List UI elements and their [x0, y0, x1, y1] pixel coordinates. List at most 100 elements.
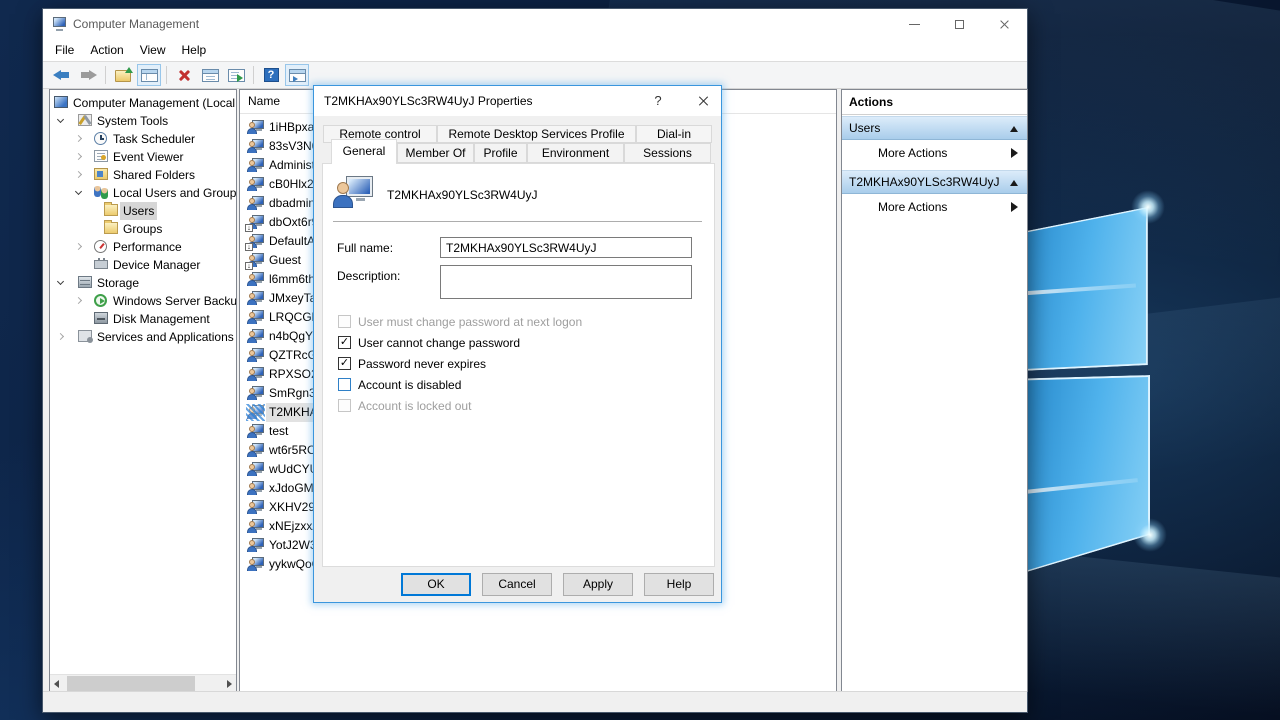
- tree-item-disk-management[interactable]: Disk Management: [50, 310, 236, 328]
- actions-section-title: T2MKHAx90YLSc3RW4UyJ: [849, 175, 1000, 189]
- user-name-label: Guest: [266, 251, 304, 270]
- actions-section-title: Users: [849, 121, 880, 135]
- maximize-button[interactable]: [937, 9, 982, 39]
- console-tree-button[interactable]: [285, 64, 309, 86]
- user-account-icon: ↓: [247, 215, 264, 230]
- menu-file[interactable]: File: [47, 41, 82, 59]
- tree-item-device-manager[interactable]: Device Manager: [50, 256, 236, 274]
- user-name-label: l6mm6th: [266, 270, 318, 289]
- actions-section-t2mkhax90ylsc3rw4uyj[interactable]: T2MKHAx90YLSc3RW4UyJ: [842, 170, 1027, 194]
- export-list-button[interactable]: [224, 64, 248, 86]
- collapse-chevron-icon[interactable]: [75, 188, 82, 195]
- window-titlebar[interactable]: Computer Management: [43, 9, 1027, 39]
- checkbox-label: Account is disabled: [358, 378, 461, 392]
- dialog-help-button[interactable]: ?: [650, 93, 666, 109]
- tree-item-performance[interactable]: Performance: [50, 238, 236, 256]
- apply-button[interactable]: Apply: [563, 573, 633, 596]
- actions-panel: Actions UsersMore ActionsT2MKHAx90YLSc3R…: [841, 89, 1028, 692]
- scrollbar-thumb[interactable]: [67, 676, 195, 691]
- tree-item-label: Groups: [120, 220, 165, 238]
- up-folder-button[interactable]: [111, 64, 135, 86]
- dialog-titlebar[interactable]: T2MKHAx90YLSc3RW4UyJ Properties ?: [314, 86, 721, 116]
- help-button[interactable]: Help: [644, 573, 714, 596]
- properties-button[interactable]: [198, 64, 222, 86]
- back-button[interactable]: [50, 64, 74, 86]
- scroll-right-arrow-icon[interactable]: [219, 675, 236, 692]
- user-account-icon: [247, 139, 264, 154]
- expand-chevron-icon[interactable]: [75, 297, 82, 304]
- user-icon-body: [247, 166, 257, 172]
- tree-item-computer-management-local[interactable]: Computer Management (Local: [50, 94, 236, 112]
- expand-chevron-icon[interactable]: [57, 333, 64, 340]
- menu-action[interactable]: Action: [82, 41, 131, 59]
- description-input[interactable]: [440, 265, 692, 299]
- tree-item-shared-folders[interactable]: Shared Folders: [50, 166, 236, 184]
- more-actions-label: More Actions: [878, 200, 947, 214]
- checkbox-user-must-change-password-at-next-logon: [338, 315, 351, 328]
- actions-section-users[interactable]: Users: [842, 116, 1027, 140]
- tab-remote-desktop-services-profile[interactable]: Remote Desktop Services Profile: [437, 125, 636, 143]
- full-name-input[interactable]: [440, 237, 692, 258]
- task-scheduler-icon: [94, 132, 107, 145]
- forward-button[interactable]: [76, 64, 100, 86]
- collapse-chevron-icon[interactable]: [57, 116, 64, 123]
- minimize-button[interactable]: [892, 9, 937, 39]
- ok-button[interactable]: OK: [401, 573, 471, 596]
- close-button[interactable]: [982, 9, 1027, 39]
- checkbox-user-cannot-change-password[interactable]: ✓: [338, 336, 351, 349]
- checkbox-row-account-is-disabled: Account is disabled: [323, 377, 714, 393]
- scroll-left-arrow-icon[interactable]: [50, 675, 67, 692]
- tree-item-label: Local Users and Groups: [110, 184, 237, 202]
- user-icon-body: [247, 318, 257, 324]
- tab-member-of[interactable]: Member Of: [397, 143, 474, 163]
- more-actions-item[interactable]: More Actions: [842, 195, 1027, 219]
- dialog-close-button[interactable]: [697, 95, 709, 107]
- tree-item-services-and-applications[interactable]: Services and Applications: [50, 328, 236, 346]
- tree-item-groups[interactable]: Groups: [50, 220, 236, 238]
- cancel-button[interactable]: Cancel: [482, 573, 552, 596]
- tab-sessions[interactable]: Sessions: [624, 143, 711, 163]
- user-icon-body: [247, 394, 257, 400]
- menu-help[interactable]: Help: [174, 41, 215, 59]
- checkbox-row-account-is-locked-out: Account is locked out: [323, 398, 714, 414]
- menu-view[interactable]: View: [132, 41, 174, 59]
- tab-profile[interactable]: Profile: [474, 143, 527, 163]
- expand-chevron-icon[interactable]: [75, 135, 82, 142]
- checkbox-row-password-never-expires: ✓Password never expires: [323, 356, 714, 372]
- checkbox-account-is-disabled[interactable]: [338, 378, 351, 391]
- tree-item-users[interactable]: Users: [50, 202, 236, 220]
- console-tree-panel: Computer Management (LocalSystem ToolsTa…: [49, 89, 237, 692]
- window-button[interactable]: [137, 64, 161, 86]
- help-button[interactable]: ?: [259, 64, 283, 86]
- computer-icon: [54, 96, 68, 108]
- tree-item-event-viewer[interactable]: Event Viewer: [50, 148, 236, 166]
- more-actions-item[interactable]: More Actions: [842, 141, 1027, 165]
- expand-chevron-icon[interactable]: [75, 243, 82, 250]
- tree-item-task-scheduler[interactable]: Task Scheduler: [50, 130, 236, 148]
- tab-environment[interactable]: Environment: [527, 143, 624, 163]
- dialog-user-name: T2MKHAx90YLSc3RW4UyJ: [387, 188, 538, 202]
- toolbar-separator: [253, 66, 254, 84]
- performance-icon: [94, 240, 107, 253]
- expand-chevron-icon[interactable]: [75, 171, 82, 178]
- tree-item-storage[interactable]: Storage: [50, 274, 236, 292]
- checkbox-password-never-expires[interactable]: ✓: [338, 357, 351, 370]
- user-account-icon: [247, 310, 264, 325]
- tab-dial-in[interactable]: Dial-in: [636, 125, 712, 143]
- folder-icon: [104, 204, 118, 216]
- tree-item-system-tools[interactable]: System Tools: [50, 112, 236, 130]
- tree-item-windows-server-backup[interactable]: Windows Server Backup: [50, 292, 236, 310]
- tree-item-local-users-and-groups[interactable]: Local Users and Groups: [50, 184, 236, 202]
- collapse-chevron-icon[interactable]: [57, 278, 64, 285]
- user-account-icon: ↓: [247, 234, 264, 249]
- tab-general[interactable]: General: [331, 139, 397, 164]
- delete-button[interactable]: [172, 64, 196, 86]
- user-icon-body: [247, 546, 257, 552]
- submenu-arrow-icon: [1011, 148, 1018, 158]
- tree-item-label: Storage: [94, 274, 142, 292]
- local-users-groups-icon: [94, 186, 108, 198]
- minimize-icon: [909, 24, 920, 25]
- expand-chevron-icon[interactable]: [75, 153, 82, 160]
- tree-horizontal-scrollbar[interactable]: [50, 674, 236, 691]
- user-icon-body: [247, 185, 257, 191]
